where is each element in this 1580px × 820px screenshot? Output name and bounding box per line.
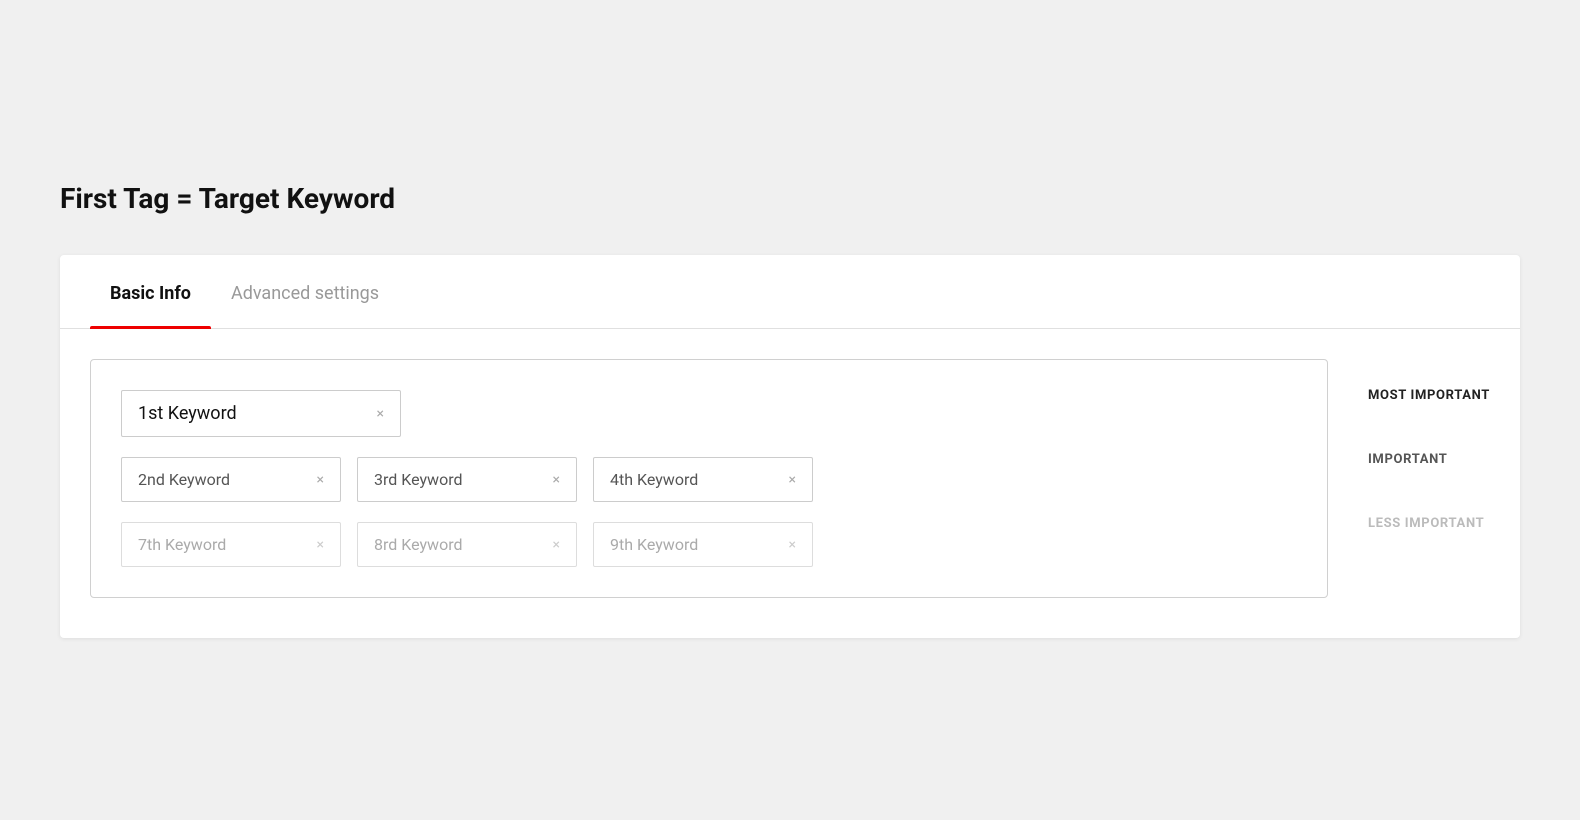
card-body: 1st Keyword × 2nd Keyword × 3rd Keyword … — [60, 329, 1520, 638]
keyword-tag-7th[interactable]: 7th Keyword × — [121, 522, 341, 567]
tertiary-keyword-row: 7th Keyword × 8rd Keyword × 9th Keyword … — [121, 522, 1297, 567]
tab-advanced-settings[interactable]: Advanced settings — [211, 255, 399, 328]
keyword-tag-3rd[interactable]: 3rd Keyword × — [357, 457, 577, 502]
most-important-label: MOST IMPORTANT — [1368, 388, 1490, 403]
close-icon-9th[interactable]: × — [789, 538, 796, 552]
less-important-label: LESS IMPORTANT — [1368, 516, 1484, 531]
keyword-label-7th: 7th Keyword — [138, 535, 226, 554]
close-icon-3rd[interactable]: × — [553, 473, 560, 487]
secondary-keyword-row: 2nd Keyword × 3rd Keyword × 4th Keyword … — [121, 457, 1297, 502]
keyword-label-9th: 9th Keyword — [610, 535, 698, 554]
tab-basic-info[interactable]: Basic Info — [90, 255, 211, 328]
keyword-label-2nd: 2nd Keyword — [138, 470, 230, 489]
important-label: IMPORTANT — [1368, 452, 1447, 467]
keyword-label-3rd: 3rd Keyword — [374, 470, 463, 489]
keywords-area: 1st Keyword × 2nd Keyword × 3rd Keyword … — [90, 359, 1328, 598]
primary-keyword-row: 1st Keyword × — [121, 390, 1297, 437]
less-important-row: LESS IMPORTANT — [1368, 491, 1490, 555]
importance-labels: MOST IMPORTANT IMPORTANT LESS IMPORTANT — [1368, 359, 1490, 555]
keyword-tag-4th[interactable]: 4th Keyword × — [593, 457, 813, 502]
keyword-label-4th: 4th Keyword — [610, 470, 698, 489]
page-wrapper: First Tag = Target Keyword Basic Info Ad… — [0, 142, 1580, 678]
keyword-tag-8th[interactable]: 8rd Keyword × — [357, 522, 577, 567]
close-icon-1st[interactable]: × — [377, 407, 384, 421]
tabs-bar: Basic Info Advanced settings — [60, 255, 1520, 329]
close-icon-2nd[interactable]: × — [317, 473, 324, 487]
keyword-tag-1st[interactable]: 1st Keyword × — [121, 390, 401, 437]
most-important-row: MOST IMPORTANT — [1368, 363, 1490, 427]
close-icon-4th[interactable]: × — [789, 473, 796, 487]
important-row: IMPORTANT — [1368, 427, 1490, 491]
keyword-tag-2nd[interactable]: 2nd Keyword × — [121, 457, 341, 502]
keyword-tag-9th[interactable]: 9th Keyword × — [593, 522, 813, 567]
close-icon-7th[interactable]: × — [317, 538, 324, 552]
page-title: First Tag = Target Keyword — [60, 182, 1520, 215]
keyword-label-1st: 1st Keyword — [138, 403, 237, 424]
close-icon-8th[interactable]: × — [553, 538, 560, 552]
keyword-label-8th: 8rd Keyword — [374, 535, 463, 554]
card: Basic Info Advanced settings 1st Keyword… — [60, 255, 1520, 638]
